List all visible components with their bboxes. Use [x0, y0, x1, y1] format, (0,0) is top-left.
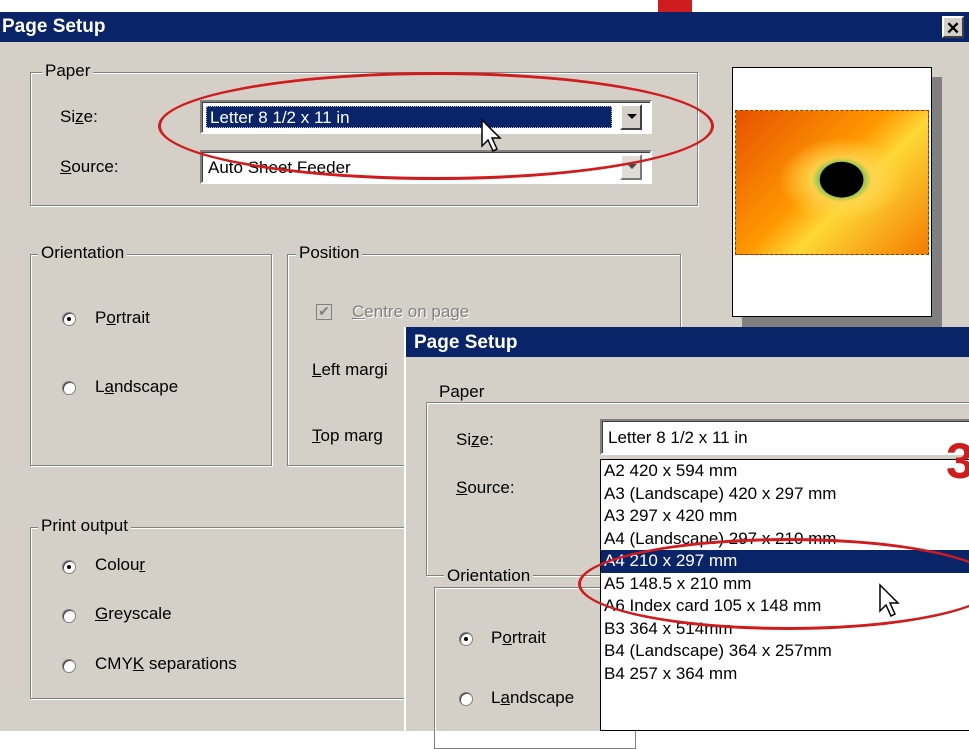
- annotation-ring-size: [158, 72, 714, 180]
- centre-label: Centre on page: [352, 302, 470, 321]
- source-label: Source:: [60, 157, 119, 176]
- front-landscape-radio[interactable]: [459, 692, 473, 706]
- front-paper-legend: Paper: [436, 383, 488, 401]
- front-size-label: Size:: [456, 430, 494, 449]
- landscape-radio[interactable]: [62, 381, 76, 395]
- dialog-titlebar: Page Setup: [0, 12, 969, 42]
- orientation-legend: Orientation: [38, 244, 128, 262]
- size-label: Size:: [60, 107, 98, 126]
- landscape-label[interactable]: Landscape: [95, 377, 178, 397]
- front-portrait-radio[interactable]: [459, 632, 473, 646]
- pointer-cursor-icon: [481, 118, 502, 153]
- position-legend: Position: [296, 244, 363, 262]
- pointer-cursor-icon: [879, 583, 900, 618]
- left-margin-label: Left margi: [312, 360, 388, 379]
- size-option[interactable]: A2 420 x 594 mm: [601, 460, 969, 483]
- close-button[interactable]: ✕: [942, 16, 964, 38]
- greyscale-radio[interactable]: [62, 609, 76, 623]
- page-preview: [732, 67, 932, 317]
- orientation-group: [30, 254, 272, 466]
- size-option[interactable]: B4 257 x 364 mm: [601, 663, 969, 686]
- front-landscape-label[interactable]: Landscape: [491, 688, 574, 708]
- colour-label[interactable]: Colour: [95, 555, 145, 575]
- size-option[interactable]: B4 (Landscape) 364 x 257mm: [601, 640, 969, 663]
- page-setup-dialog-front: Page Setup Paper Size: Letter 8 1/2 x 11…: [404, 327, 969, 749]
- portrait-radio[interactable]: [62, 312, 76, 326]
- top-margin-label: Top marg: [312, 426, 383, 445]
- front-orientation-legend: Orientation: [444, 567, 534, 585]
- front-dialog-title: Page Setup: [414, 332, 518, 353]
- annotation-step-number: 3: [946, 433, 969, 489]
- paper-legend: Paper: [42, 62, 94, 80]
- print-output-legend: Print output: [38, 517, 131, 535]
- front-size-select[interactable]: Letter 8 1/2 x 11 in: [600, 419, 969, 455]
- annotation-step-fragment: [658, 0, 692, 12]
- centre-checkbox[interactable]: ✔: [316, 304, 332, 320]
- front-source-label: Source:: [456, 478, 515, 497]
- dialog-title: Page Setup: [2, 16, 106, 37]
- colour-radio[interactable]: [62, 560, 76, 574]
- front-size-select-value: Letter 8 1/2 x 11 in: [608, 428, 748, 447]
- greyscale-label[interactable]: Greyscale: [95, 604, 172, 624]
- cmyk-label[interactable]: CMYK separations: [95, 654, 237, 674]
- size-option[interactable]: A3 (Landscape) 420 x 297 mm: [601, 483, 969, 506]
- cmyk-radio[interactable]: [62, 659, 76, 673]
- front-portrait-label[interactable]: Portrait: [491, 628, 546, 648]
- fractal-image: [735, 110, 929, 255]
- portrait-label[interactable]: Portrait: [95, 308, 150, 328]
- size-option[interactable]: A3 297 x 420 mm: [601, 505, 969, 528]
- front-dialog-titlebar: Page Setup: [406, 327, 969, 357]
